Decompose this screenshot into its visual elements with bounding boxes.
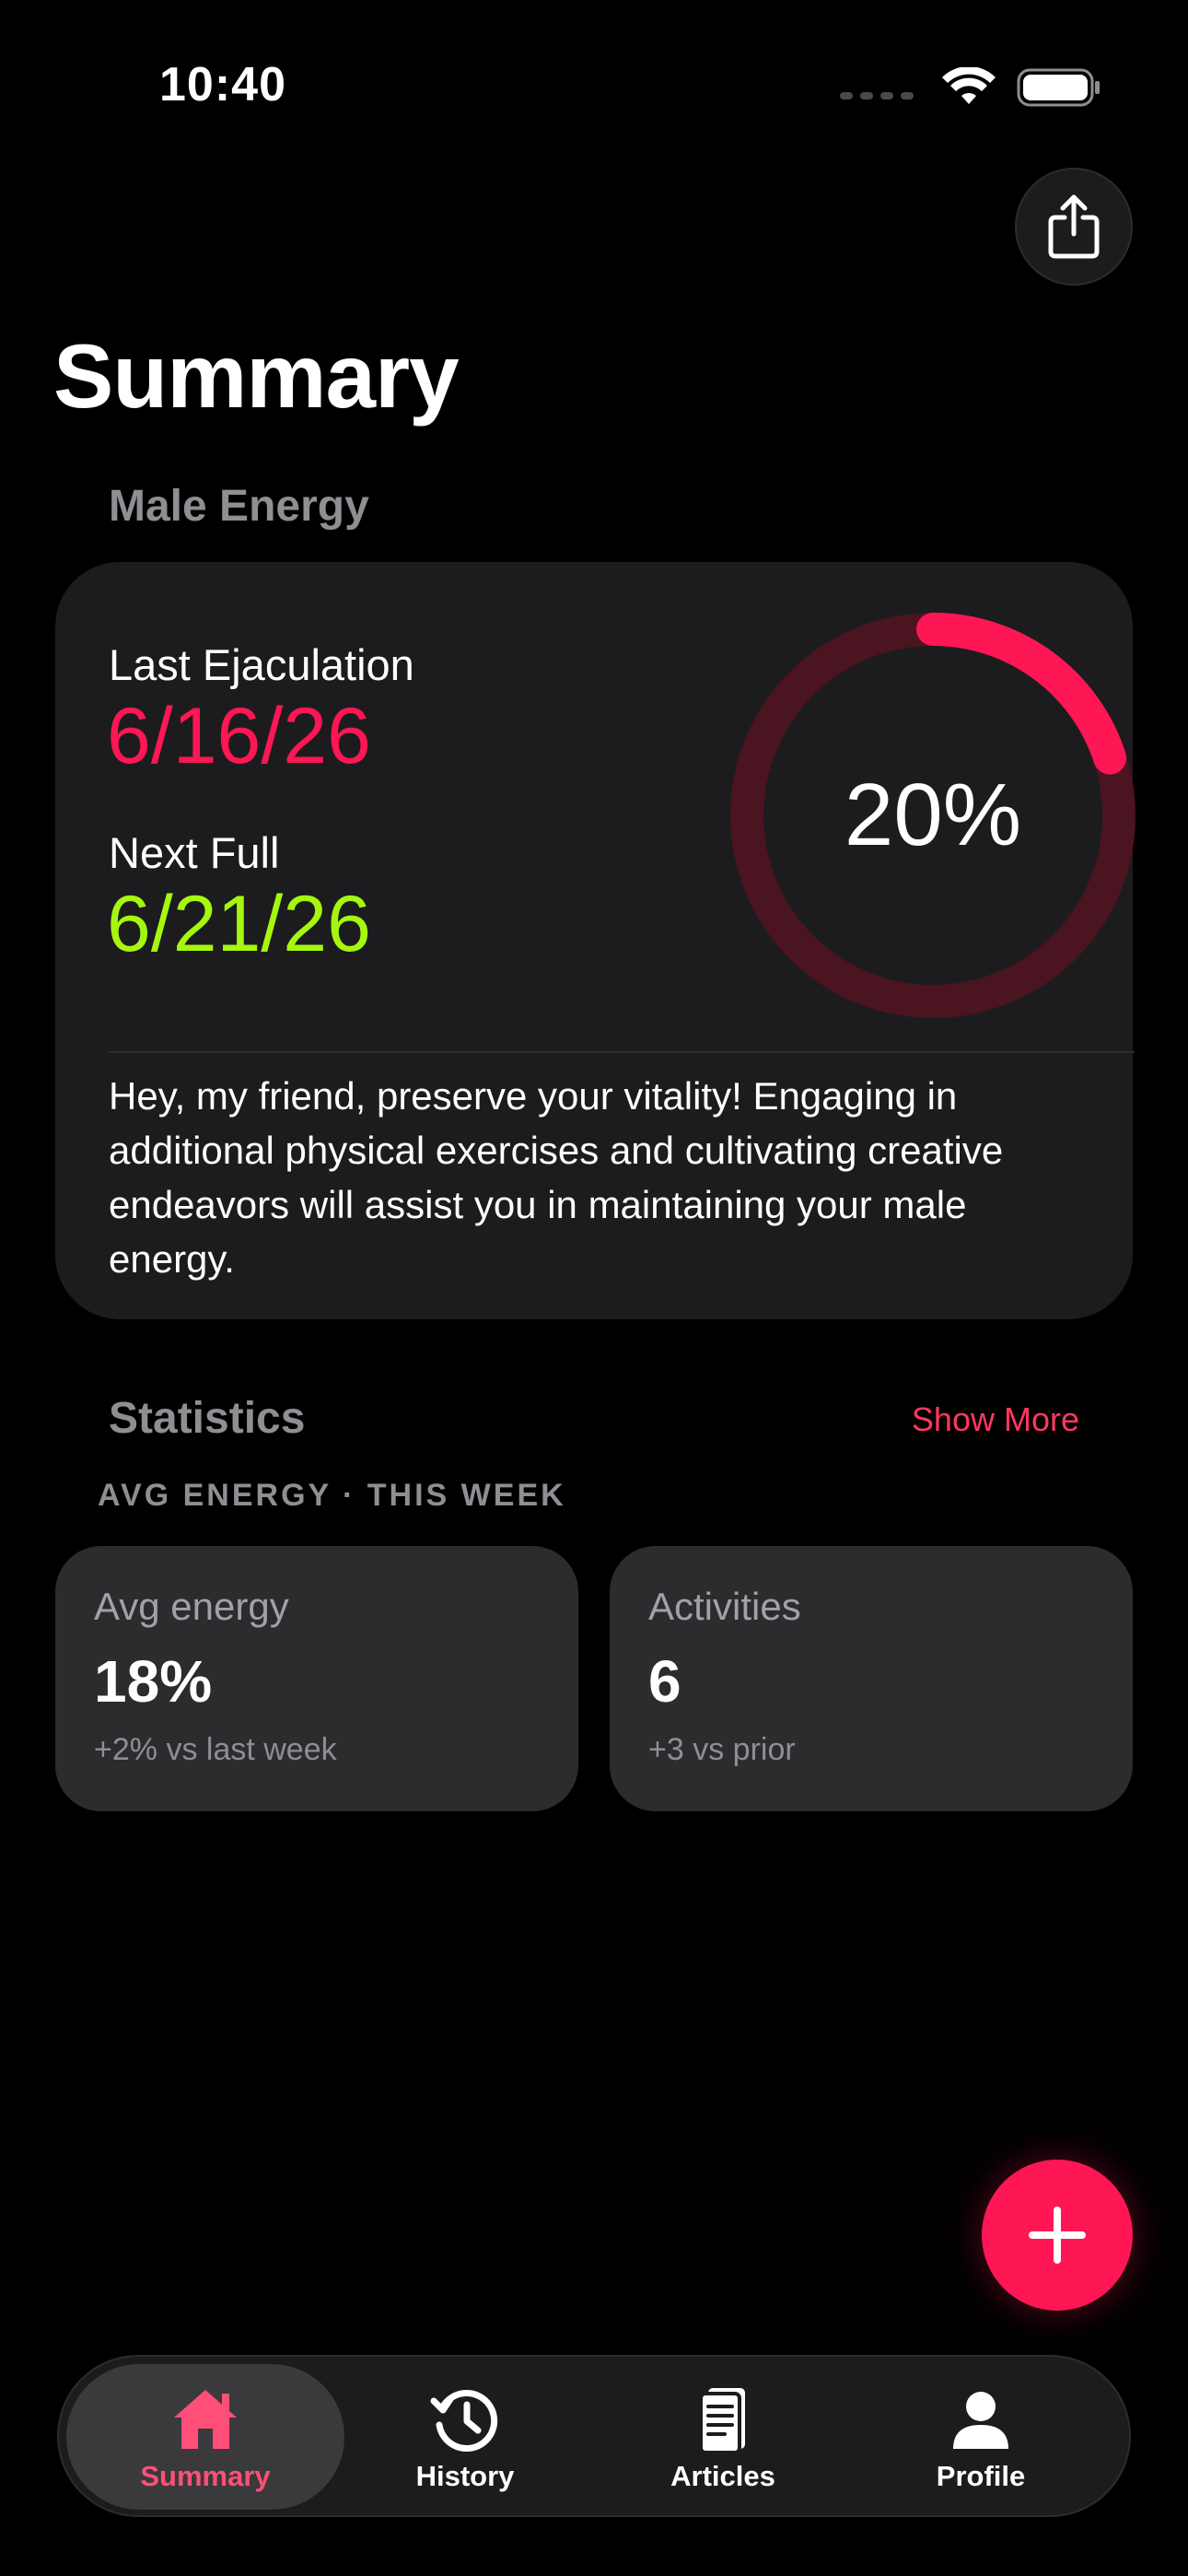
tab-profile[interactable]: Profile [842, 2364, 1120, 2510]
energy-message: Hey, my friend, preserve your vitality! … [109, 1074, 1004, 1281]
tab-label: History [415, 2460, 515, 2492]
add-entry-button[interactable] [982, 2160, 1133, 2311]
stat-delta: +3 vs prior [648, 1732, 796, 1767]
show-more-link[interactable]: Show More [912, 1400, 1079, 1439]
last-ejaculation-label: Last Ejaculation [109, 640, 414, 689]
card-divider [109, 1051, 1135, 1053]
page-title: Summary [53, 325, 460, 427]
section-label-statistics: Statistics [109, 1394, 306, 1443]
stat-card-avg-energy[interactable]: Avg energy 18% +2% vs last week [55, 1546, 578, 1811]
history-icon [430, 2390, 498, 2452]
articles-icon [699, 2388, 745, 2454]
tab-articles[interactable]: Articles [584, 2364, 862, 2510]
cellular-signal-icon [840, 92, 914, 100]
energy-percent: 20% [844, 766, 1022, 864]
stat-value: 18% [94, 1648, 213, 1715]
status-icons [840, 64, 1101, 111]
stat-card-activities[interactable]: Activities 6 +3 vs prior [610, 1546, 1133, 1811]
house-icon [174, 2390, 237, 2449]
stat-title: Activities [648, 1585, 801, 1628]
tab-label: Profile [936, 2460, 1026, 2492]
tab-history[interactable]: History [326, 2364, 604, 2510]
share-button[interactable] [1015, 168, 1133, 286]
next-full-date: 6/21/26 [107, 880, 371, 968]
male-energy-card[interactable]: Last Ejaculation 6/16/26 Next Full 6/21/… [55, 562, 1136, 1319]
tab-label: Articles [670, 2460, 775, 2492]
tab-label: Summary [140, 2460, 271, 2492]
wifi-icon [942, 67, 996, 104]
stat-delta: +2% vs last week [94, 1732, 337, 1767]
stat-value: 6 [648, 1648, 681, 1715]
tab-summary[interactable]: Summary [66, 2364, 344, 2510]
share-icon [1048, 194, 1100, 259]
next-full-label: Next Full [109, 828, 280, 877]
last-ejaculation-date: 6/16/26 [107, 692, 371, 780]
summary-screen: 10:40 Summary Male Energy Last Ejaculati… [0, 0, 1188, 2576]
plus-icon [1029, 2207, 1086, 2264]
person-icon [953, 2392, 1008, 2449]
stats-caption: AVG ENERGY · THIS WEEK [98, 1478, 566, 1513]
tab-bar: Summary History Articles Profile [57, 2355, 1131, 2517]
battery-icon [1017, 68, 1100, 107]
status-time: 10:40 [159, 58, 286, 111]
section-label-male-energy: Male Energy [109, 482, 369, 531]
stat-title: Avg energy [94, 1585, 289, 1628]
